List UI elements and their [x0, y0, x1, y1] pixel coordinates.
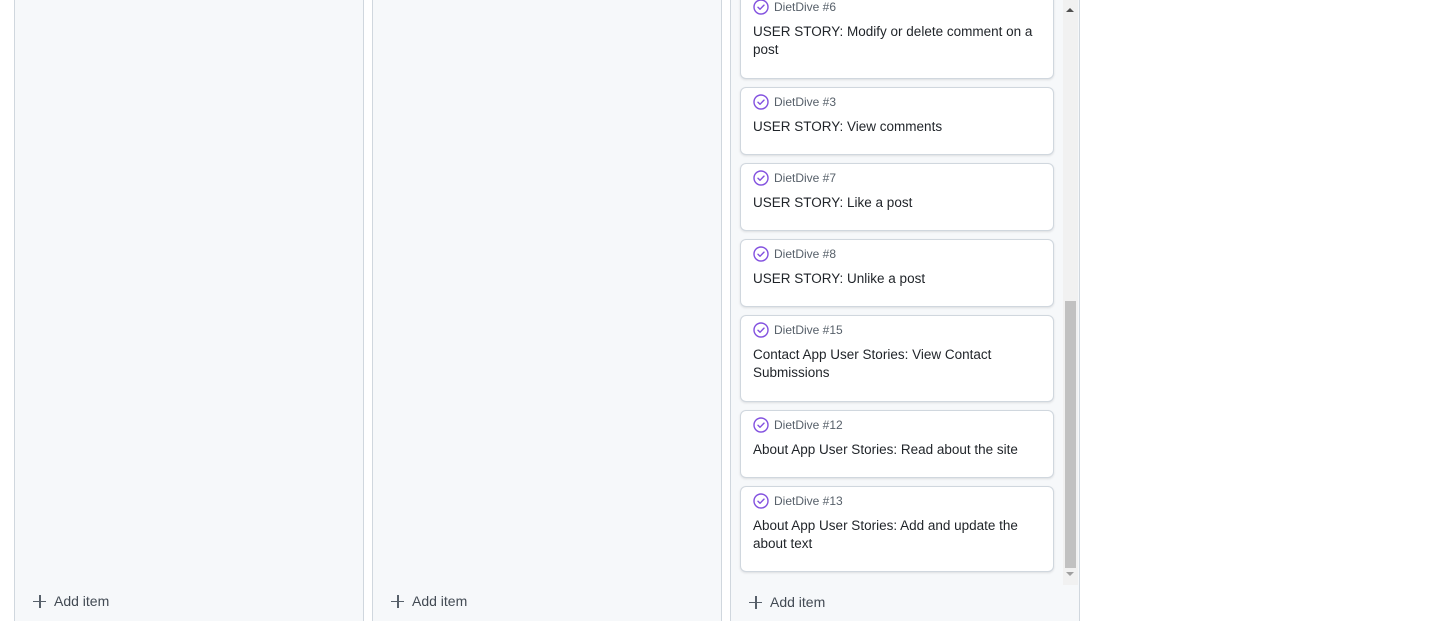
board-column-3: DietDive #6 USER STORY: Modify or delete… [730, 0, 1080, 621]
issue-card[interactable]: DietDive #15 Contact App User Stories: V… [740, 315, 1054, 402]
issue-card[interactable]: DietDive #13 About App User Stories: Add… [740, 486, 1054, 572]
card-repo-label[interactable]: DietDive #8 [774, 247, 836, 261]
plus-icon [33, 594, 46, 608]
scroll-down-arrow-icon[interactable] [1066, 572, 1074, 576]
issue-closed-icon [753, 417, 769, 433]
issue-card[interactable]: DietDive #6 USER STORY: Modify or delete… [740, 0, 1054, 79]
issue-card[interactable]: DietDive #3 USER STORY: View comments [740, 87, 1054, 155]
card-title[interactable]: USER STORY: View comments [753, 118, 1041, 136]
card-repo-label[interactable]: DietDive #7 [774, 171, 836, 185]
add-item-label: Add item [54, 593, 110, 609]
add-item-label: Add item [770, 594, 826, 610]
card-title[interactable]: Contact App User Stories: View Contact S… [753, 346, 1041, 382]
issue-card[interactable]: DietDive #12 About App User Stories: Rea… [740, 410, 1054, 478]
issue-closed-icon [753, 493, 769, 509]
plus-icon [391, 594, 404, 608]
card-title[interactable]: About App User Stories: Read about the s… [753, 441, 1041, 459]
issue-closed-icon [753, 322, 769, 338]
board-column-2: Add item [372, 0, 722, 621]
add-item-label: Add item [412, 593, 468, 609]
issue-closed-icon [753, 0, 769, 15]
board-column-1: Add item [14, 0, 364, 621]
issue-closed-icon [753, 246, 769, 262]
issue-card[interactable]: DietDive #7 USER STORY: Like a post [740, 163, 1054, 231]
add-item-button[interactable]: Add item [33, 589, 109, 613]
card-repo-label[interactable]: DietDive #3 [774, 95, 836, 109]
card-repo-label[interactable]: DietDive #12 [774, 418, 843, 432]
add-item-button[interactable]: Add item [391, 589, 467, 613]
issue-closed-icon [753, 94, 769, 110]
scroll-up-arrow-icon[interactable] [1066, 8, 1074, 12]
column-scrollbar[interactable] [1063, 0, 1078, 585]
scrollbar-thumb[interactable] [1065, 301, 1076, 568]
plus-icon [749, 595, 762, 609]
add-item-button[interactable]: Add item [749, 590, 825, 614]
card-title[interactable]: USER STORY: Modify or delete comment on … [753, 23, 1041, 59]
card-repo-label[interactable]: DietDive #15 [774, 323, 843, 337]
issue-closed-icon [753, 170, 769, 186]
card-repo-label[interactable]: DietDive #6 [774, 0, 836, 14]
card-title[interactable]: USER STORY: Like a post [753, 194, 1041, 212]
card-title[interactable]: USER STORY: Unlike a post [753, 270, 1041, 288]
issue-card[interactable]: DietDive #8 USER STORY: Unlike a post [740, 239, 1054, 307]
card-title[interactable]: About App User Stories: Add and update t… [753, 517, 1041, 553]
card-repo-label[interactable]: DietDive #13 [774, 494, 843, 508]
